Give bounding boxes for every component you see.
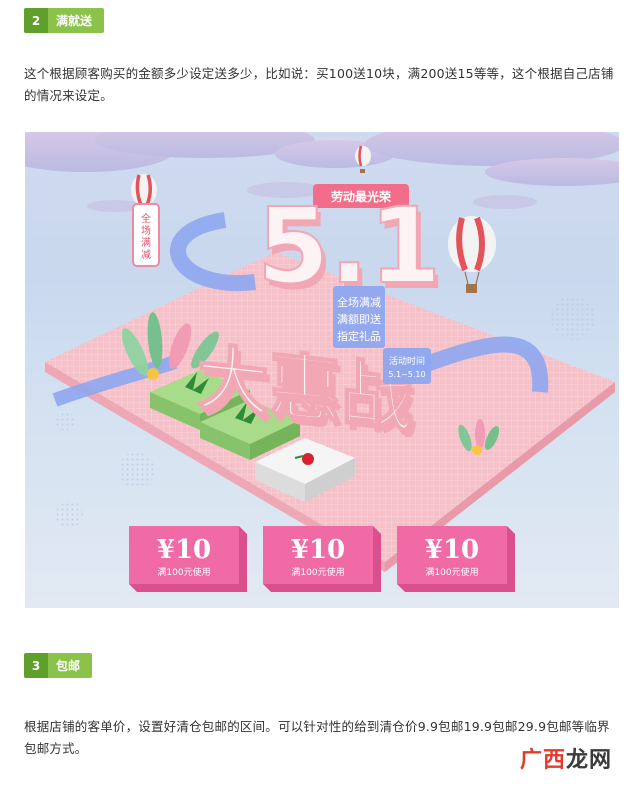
site-watermark-logo: 广西 龙网 xyxy=(520,742,612,774)
section-number: 2 xyxy=(24,8,48,33)
coupon-price: ¥10 xyxy=(157,535,211,565)
section-2-paragraph: 这个根据顾客购买的金额多少设定送多少，比如说：买100送10块，满200送15等… xyxy=(24,66,614,103)
promo-line-2: 满额即送 xyxy=(337,312,381,326)
balloon-tiny xyxy=(355,145,371,173)
side-tag-char-3: 满 xyxy=(141,237,151,249)
balloon-large xyxy=(448,216,496,293)
section-heading-2: 2 满就送 xyxy=(24,8,105,33)
watermark-part-1: 广西 xyxy=(519,748,566,773)
side-tag-char-4: 减 xyxy=(141,249,151,261)
promo-banner-image: 全 场 满 减 劳动最光荣 5.1 5.1 大惠战 大惠战 全场满减 满额即送 … xyxy=(25,132,619,608)
promo-info-box: 全场满减 满额即送 指定礼品 xyxy=(333,286,385,348)
time-box: 活动时间 5.1~5.10 xyxy=(383,348,431,384)
coupon-2: ¥10 满100元使用 xyxy=(263,526,381,592)
section-number: 3 xyxy=(24,653,48,678)
section-title: 满就送 xyxy=(48,8,105,33)
time-value: 5.1~5.10 xyxy=(388,370,425,379)
coupon-condition: 满100元使用 xyxy=(291,566,344,578)
promo-line-3: 指定礼品 xyxy=(337,329,381,343)
section-title: 包邮 xyxy=(48,653,93,678)
coupon-3: ¥10 满100元使用 xyxy=(397,526,515,592)
side-tag-char-1: 全 xyxy=(141,212,151,225)
coupon-price: ¥10 xyxy=(291,535,345,565)
side-tag-char-2: 场 xyxy=(141,224,151,237)
time-label: 活动时间 xyxy=(389,355,425,367)
coupon-1: ¥10 满100元使用 xyxy=(129,526,247,592)
promo-line-1: 全场满减 xyxy=(337,295,381,309)
section-heading-3: 3 包邮 xyxy=(24,653,93,678)
coupon-condition: 满100元使用 xyxy=(157,566,210,578)
coupon-price: ¥10 xyxy=(425,535,479,565)
watermark-part-2: 龙网 xyxy=(565,748,612,773)
coupon-condition: 满100元使用 xyxy=(425,566,478,578)
article-page: 2 满就送 这个根据顾客购买的金额多少设定送多少，比如说：买100送10块，满2… xyxy=(0,0,640,786)
